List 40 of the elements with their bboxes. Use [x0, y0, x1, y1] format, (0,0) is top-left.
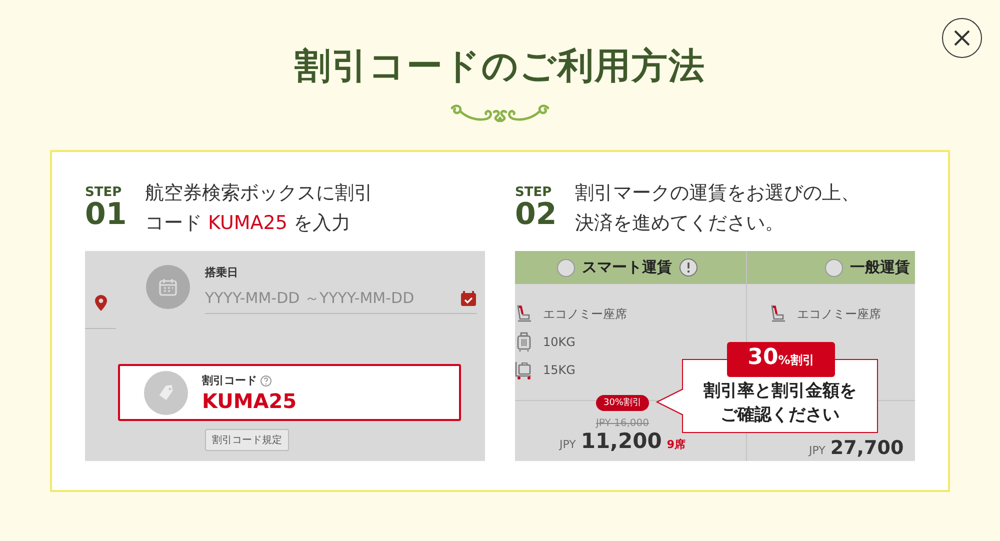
fare-feature: エコノミー座席	[797, 306, 881, 322]
fare-feature: 15KG	[543, 363, 576, 377]
discount-code-field[interactable]: 割引コード KUMA25	[118, 364, 461, 421]
discount-code-value: KUMA25	[202, 388, 297, 412]
discount-badge: 30%割引	[727, 342, 835, 377]
page-title: 割引コードのご利用方法	[294, 44, 706, 89]
step-label: STEP	[515, 186, 553, 200]
calendar-check-icon	[460, 290, 477, 307]
help-icon[interactable]	[260, 374, 272, 386]
step-number: 01	[85, 200, 125, 230]
seat-icon	[769, 304, 787, 324]
calendar-icon	[158, 277, 178, 297]
close-icon	[953, 29, 971, 47]
close-button[interactable]	[942, 18, 982, 58]
fare-feature: エコノミー座席	[543, 306, 627, 322]
luggage-cart-icon	[515, 360, 533, 380]
code-rules-button[interactable]: 割引コード規定	[205, 429, 289, 451]
currency: JPY	[559, 438, 576, 451]
step-instruction: 航空券検索ボックスに割引 コード KUMA25 を入力	[145, 181, 373, 236]
step-number: 02	[515, 200, 555, 230]
fare-feature: 10KG	[543, 335, 576, 349]
info-icon[interactable]	[679, 258, 698, 277]
seats-left: 9席	[666, 437, 686, 452]
fare-name: スマート運賃	[582, 258, 672, 277]
step-label: STEP	[85, 186, 123, 200]
discount-tag: 30%割引	[596, 395, 648, 411]
field-label: 搭乗日	[205, 265, 239, 281]
fare-name: 一般運賃	[850, 258, 910, 277]
callout-text: 割引率と割引金額を ご確認ください	[704, 380, 856, 427]
radio-button[interactable]	[825, 258, 843, 276]
currency: JPY	[809, 444, 826, 457]
field-label: 割引コード	[202, 372, 257, 388]
fare-price: 27,700	[830, 437, 904, 459]
suitcase-icon	[515, 332, 533, 352]
fare-price: 11,200	[580, 429, 662, 453]
seat-icon	[515, 304, 533, 324]
location-pin-icon	[94, 295, 106, 311]
step-instruction: 割引マークの運賃をお選びの上、 決済を進めてください。	[575, 181, 860, 236]
radio-button[interactable]	[557, 258, 575, 276]
original-price: JPY 16,000	[596, 418, 650, 429]
